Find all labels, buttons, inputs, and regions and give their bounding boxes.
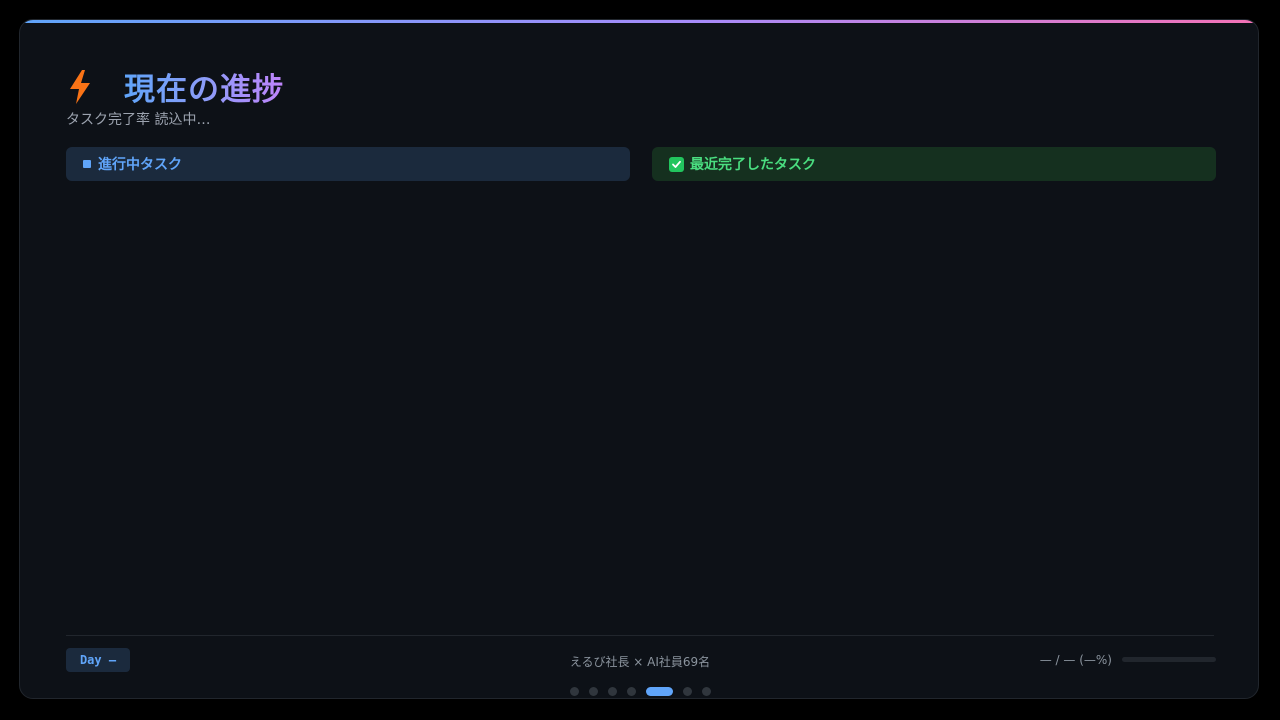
progress-text: — / — (—%) bbox=[1039, 653, 1112, 667]
pagination-dot-7[interactable] bbox=[701, 687, 711, 696]
slide-frame: 現在の進捗 タスク完了率 読込中… 進行中タスク 最近完了したタスク Day —… bbox=[19, 19, 1259, 699]
top-accent-bar bbox=[20, 20, 1258, 23]
pagination-dot-3[interactable] bbox=[607, 687, 617, 696]
pagination-dot-4[interactable] bbox=[626, 687, 636, 696]
checkbox-checked-icon bbox=[669, 156, 684, 172]
progress-bar bbox=[1122, 657, 1216, 662]
completed-tasks-label: 最近完了したタスク bbox=[690, 157, 816, 173]
pagination-dot-6[interactable] bbox=[682, 687, 692, 696]
pagination-dot-2[interactable] bbox=[588, 687, 598, 696]
pagination-dot-1[interactable] bbox=[569, 687, 579, 696]
lightning-bolt-icon bbox=[70, 69, 90, 104]
slide-header: 現在の進捗 bbox=[66, 64, 284, 109]
page-title: 現在の進捗 bbox=[124, 64, 284, 109]
page-subtitle: タスク完了率 読込中… bbox=[66, 112, 211, 128]
active-tasks-panel: 進行中タスク bbox=[66, 147, 630, 181]
pagination-dot-5[interactable] bbox=[645, 687, 673, 696]
active-tasks-label: 進行中タスク bbox=[98, 157, 182, 173]
slide-pagination bbox=[20, 687, 1258, 696]
completed-tasks-panel: 最近完了したタスク bbox=[652, 147, 1216, 181]
footer-divider bbox=[66, 635, 1214, 636]
square-icon bbox=[83, 160, 91, 168]
